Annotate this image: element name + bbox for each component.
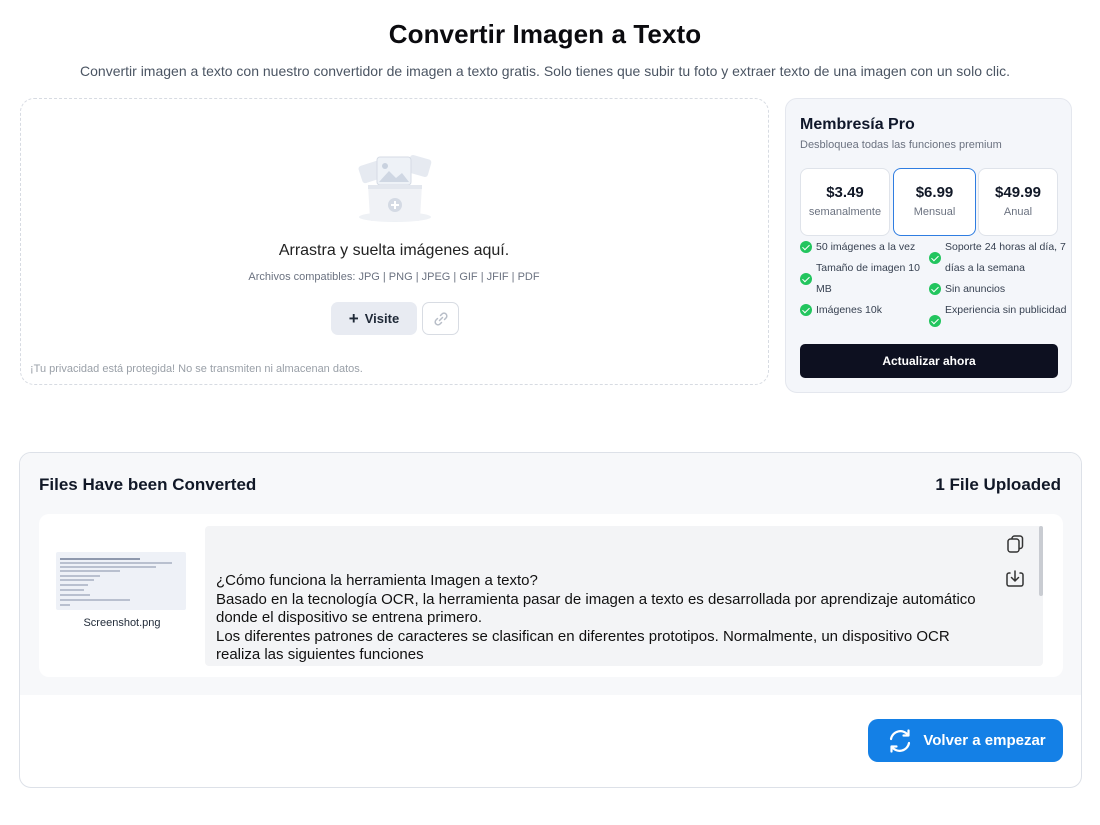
plan-price: $3.49: [826, 184, 864, 201]
check-icon: [929, 252, 941, 264]
link-button[interactable]: [422, 302, 459, 335]
check-icon: [800, 241, 812, 253]
check-icon: [929, 315, 941, 327]
copy-icon[interactable]: [1004, 534, 1026, 556]
feature-item: Experiencia sin publicidad: [929, 300, 1067, 327]
extracted-text-area[interactable]: ¿Cómo funciona la herramienta Imagen a t…: [205, 526, 1043, 666]
pro-title: Membresía Pro: [800, 116, 915, 133]
text-line: ¿Cómo funciona la herramienta Imagen a t…: [216, 572, 538, 589]
text-scrollbar[interactable]: [1039, 526, 1043, 596]
download-icon[interactable]: [1004, 568, 1026, 590]
upload-drop-zone[interactable]: Arrastra y suelta imágenes aquí. Archivo…: [20, 98, 769, 385]
check-icon: [929, 283, 941, 295]
page-title: Convertir Imagen a Texto: [388, 19, 702, 49]
pro-membership-card: Membresía Pro Desbloquea todas las funci…: [785, 98, 1072, 393]
feature-item: Soporte 24 horas al día, 7 días a la sem…: [929, 237, 1067, 279]
restart-button[interactable]: Volver a empezar: [868, 719, 1063, 762]
plan-annual[interactable]: $49.99 Anual: [978, 168, 1058, 236]
pro-subtitle: Desbloquea todas las funciones premium: [800, 139, 1002, 151]
plan-monthly[interactable]: $6.99 Mensual: [893, 168, 976, 236]
privacy-note: ¡Tu privacidad está protegida! No se tra…: [30, 363, 363, 375]
visit-button-label: Visite: [364, 311, 400, 326]
text-line: Basado en la tecnología OCR, la herramie…: [216, 590, 976, 627]
page-subtitle: Convertir imagen a texto con nuestro con…: [80, 63, 1010, 79]
converted-file-card: Screenshot.png ¿Cómo funciona la herrami…: [39, 514, 1063, 677]
plan-period: semanalmente: [808, 206, 882, 218]
plan-period: Anual: [1003, 206, 1033, 218]
files-uploaded-count: 1 File Uploaded: [935, 475, 1061, 494]
results-title: Files Have been Converted: [39, 475, 257, 494]
plan-period: Mensual: [913, 206, 956, 218]
file-thumbnail[interactable]: [56, 552, 186, 610]
plan-price: $6.99: [915, 184, 954, 201]
plan-weekly[interactable]: $3.49 semanalmente: [800, 168, 890, 236]
file-name: Screenshot.png: [83, 617, 161, 629]
plan-price: $49.99: [995, 184, 1041, 201]
image-upload-icon: [350, 147, 440, 227]
feature-item: Sin anuncios: [929, 279, 1067, 300]
restart-button-label: Volver a empezar: [923, 732, 1046, 749]
check-icon: [800, 304, 812, 316]
feature-item: 50 imágenes a la vez: [800, 237, 925, 258]
plus-icon: +: [348, 309, 359, 328]
extracted-text[interactable]: ¿Cómo funciona la herramienta Imagen a t…: [216, 572, 986, 665]
visit-button[interactable]: + Visite: [331, 302, 417, 335]
feature-item: Tamaño de imagen 10 MB: [800, 258, 925, 300]
upgrade-now-button[interactable]: Actualizar ahora: [800, 344, 1058, 378]
text-line: Los diferentes patrones de caracteres se…: [216, 627, 950, 664]
supported-formats: Archivos compatibles: JPG | PNG | JPEG |…: [248, 271, 540, 283]
refresh-icon: [890, 728, 911, 753]
link-icon: [433, 311, 448, 326]
drop-instruction: Arrastra y suelta imágenes aquí.: [278, 242, 510, 259]
check-icon: [800, 273, 812, 285]
results-panel: Files Have been Converted 1 File Uploade…: [19, 452, 1082, 788]
feature-item: Imágenes 10k: [800, 300, 925, 321]
